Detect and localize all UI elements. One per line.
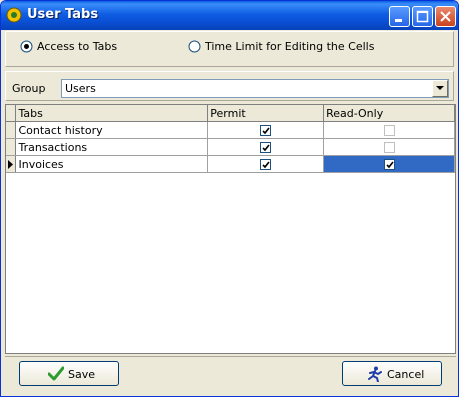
minimize-icon	[395, 19, 402, 22]
column-header-read-only[interactable]: Read-Only	[323, 105, 455, 122]
time-limit-label[interactable]: Time Limit for Editing the Cells	[205, 40, 374, 53]
checkmark-icon	[262, 161, 270, 169]
button-bar: Save Cancel	[5, 356, 456, 394]
read-only-checkbox[interactable]	[383, 125, 395, 136]
current-row-arrow-icon	[8, 159, 14, 169]
access-to-tabs-label[interactable]: Access to Tabs	[37, 40, 117, 53]
checkmark-icon	[48, 366, 64, 381]
permit-checkbox[interactable]	[260, 159, 272, 170]
cancel-button[interactable]: Cancel	[342, 361, 442, 386]
close-icon	[440, 11, 451, 22]
checkmark-icon	[385, 161, 394, 169]
permit-checkbox[interactable]	[260, 142, 272, 153]
read-only-cell[interactable]	[323, 121, 455, 139]
permit-cell[interactable]	[207, 155, 325, 173]
tab-name-cell[interactable]: Transactions	[15, 138, 209, 156]
save-label: Save	[68, 368, 96, 381]
read-only-cell-selected[interactable]	[323, 155, 455, 173]
read-only-cell[interactable]	[323, 138, 455, 156]
group-label: Group	[12, 82, 46, 95]
row-indicator[interactable]	[6, 138, 17, 156]
permit-cell[interactable]	[207, 138, 325, 156]
header-indicator	[6, 105, 17, 122]
tabs-table: Tabs Permit Read-Only Contact history Tr…	[6, 105, 455, 173]
window-title: User Tabs	[27, 7, 99, 22]
row-indicator[interactable]	[6, 155, 17, 173]
minimize-button[interactable]	[389, 6, 410, 27]
maximize-icon	[416, 10, 429, 23]
column-header-tabs[interactable]: Tabs	[15, 105, 209, 122]
column-header-permit[interactable]: Permit	[207, 105, 325, 122]
group-select-value: Users	[65, 82, 96, 95]
tab-name-cell[interactable]: Contact history	[15, 121, 209, 139]
save-button[interactable]: Save	[19, 361, 119, 386]
tab-name-cell[interactable]: Invoices	[15, 155, 209, 173]
group-dropdown-button[interactable]	[432, 80, 448, 97]
title-bar[interactable]: User Tabs	[1, 1, 458, 30]
permit-checkbox[interactable]	[260, 125, 272, 136]
running-man-icon	[368, 366, 382, 382]
dialog-window: User Tabs Access to Tabs Time Limit for …	[0, 0, 459, 397]
tabs-grid[interactable]: Tabs Permit Read-Only Contact history Tr…	[5, 104, 456, 354]
read-only-checkbox[interactable]	[383, 159, 395, 170]
checkmark-icon	[262, 144, 270, 152]
radio-time-limit[interactable]	[188, 40, 201, 53]
table-row[interactable]: Contact history	[6, 121, 455, 139]
app-icon	[6, 7, 22, 23]
group-select[interactable]: Users	[61, 79, 449, 98]
permit-cell[interactable]	[207, 121, 325, 139]
close-button[interactable]	[435, 6, 456, 27]
chevron-down-icon	[436, 86, 444, 90]
read-only-checkbox[interactable]	[383, 142, 395, 153]
radio-access-to-tabs[interactable]	[20, 40, 33, 53]
cancel-label: Cancel	[387, 368, 425, 381]
group-bar: Group Users	[5, 71, 454, 101]
table-row[interactable]: Invoices	[6, 155, 455, 173]
row-indicator[interactable]	[6, 121, 17, 139]
checkmark-icon	[262, 127, 270, 135]
table-row[interactable]: Transactions	[6, 138, 455, 156]
mode-options: Access to Tabs Time Limit for Editing th…	[5, 31, 454, 67]
maximize-button[interactable]	[412, 6, 433, 27]
